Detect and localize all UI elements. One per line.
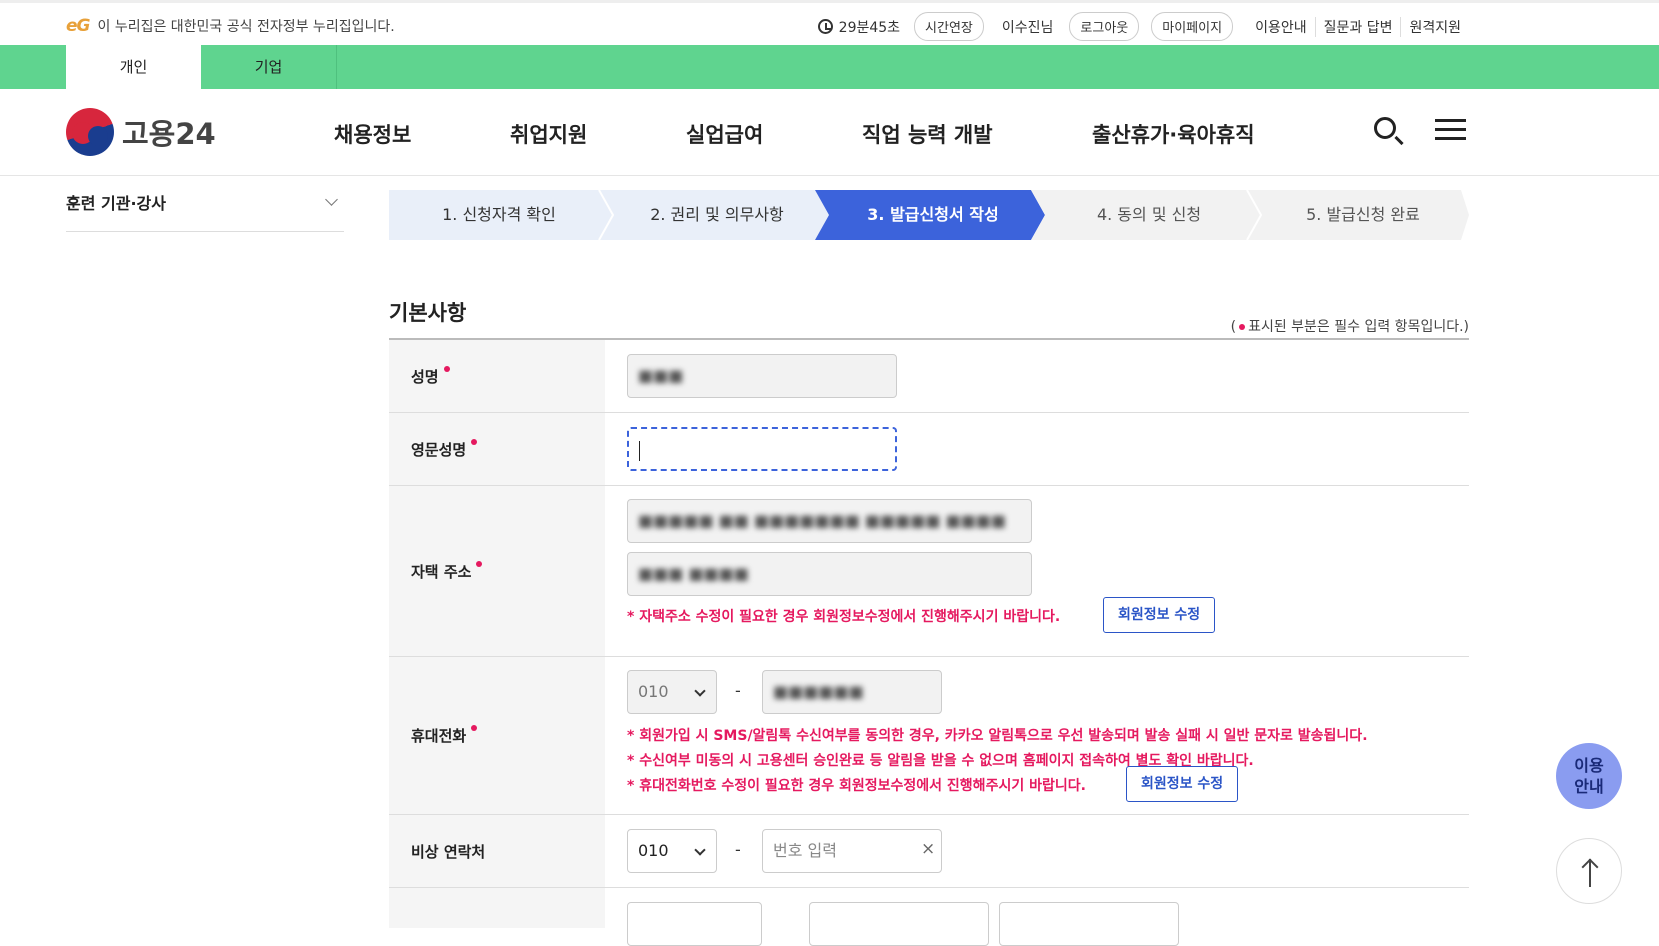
step-4: 4. 동의 및 신청 (1096, 205, 1202, 224)
user-name: 이수진님 (1001, 19, 1054, 36)
usage-guide-floating-button[interactable]: 이용 안내 (1556, 743, 1622, 809)
row-emergency-contact: 비상 연락처 010 - 번호 입력 × (389, 815, 1469, 888)
link-usage-guide[interactable]: 이용안내 (1247, 17, 1315, 37)
nav-employment-support[interactable]: 취업지원 (510, 119, 587, 149)
link-qna[interactable]: 질문과 답변 (1314, 16, 1401, 37)
mobile-label: 휴대전화 (389, 657, 605, 814)
row-mobile: 휴대전화 010 - ■■■■■■ * 회원가입 시 SMS/알림톡 수신여부를… (389, 657, 1469, 815)
step-1: 1. 신청자격 확인 (442, 205, 556, 224)
search-icon[interactable] (1374, 117, 1396, 139)
chevron-down-icon (694, 844, 706, 856)
row-english-name: 영문성명 (389, 413, 1469, 486)
name-field: ■■■ (627, 354, 897, 398)
user-utility-links: 29분45초 시간연장 이수진님 로그아웃 마이페이지 이용안내 질문과 답변 … (817, 12, 1469, 41)
address-edit-button[interactable]: 회원정보 수정 (1103, 597, 1216, 633)
mypage-button[interactable]: 마이페이지 (1151, 12, 1234, 41)
extend-session-button[interactable]: 시간연장 (914, 12, 984, 41)
row-address: 자택 주소 ■■■■■ ■■ ■■■■■■■ ■■■■■ ■■■■ ■■■ ■■… (389, 486, 1469, 657)
sidebar-title: 훈련 기관·강사 (66, 194, 166, 213)
emergency-dash: - (735, 840, 741, 859)
next-row-input-2[interactable] (809, 902, 989, 946)
mobile-warning-1: * 회원가입 시 SMS/알림톡 수신여부를 동의한 경우, 카카오 알림톡으로… (627, 728, 1368, 744)
sidebar-menu[interactable]: 훈련 기관·강사 (66, 175, 344, 232)
nav-job-info[interactable]: 채용정보 (334, 119, 411, 149)
next-row-input-1[interactable] (627, 902, 762, 946)
english-name-input[interactable] (627, 427, 897, 471)
row-name: 성명 ■■■ (389, 340, 1469, 413)
emergency-label: 비상 연락처 (389, 815, 605, 887)
required-dot-icon (443, 366, 450, 372)
mobile-prefix-select: 010 (627, 670, 717, 714)
required-dot-icon (476, 561, 483, 567)
clear-icon[interactable]: × (921, 839, 935, 859)
next-row-input-3[interactable] (999, 902, 1179, 946)
site-logo[interactable]: 고용24 (66, 108, 216, 156)
step-3-current: 3. 발급신청서 작성 (867, 205, 999, 224)
mobile-number-field: ■■■■■■ (762, 670, 942, 714)
address-edit-warning: * 자택주소 수정이 필요한 경우 회원정보수정에서 진행해주시기 바랍니다. (627, 609, 1061, 625)
next-row-label (389, 888, 605, 928)
english-name-label: 영문성명 (389, 413, 605, 485)
required-dot-icon (471, 439, 478, 445)
nav-maternity-leave[interactable]: 출산휴가·육아휴직 (1092, 119, 1255, 149)
audience-tab-bar: 개인 기업 (0, 45, 1659, 89)
required-dot-icon (1239, 324, 1246, 330)
scroll-top-icon[interactable] (1556, 838, 1622, 904)
section-title: 기본사항 (389, 301, 467, 325)
taeguk-logo-icon (66, 108, 114, 156)
chevron-down-icon (325, 193, 338, 206)
logout-button[interactable]: 로그아웃 (1069, 12, 1140, 41)
emergency-number-input[interactable]: 번호 입력 (762, 829, 942, 873)
step-5: 5. 발급신청 완료 (1306, 205, 1420, 224)
required-dot-icon (471, 725, 478, 731)
gov-notice-text: 이 누리집은 대한민국 공식 전자정부 누리집입니다. (97, 19, 395, 35)
hamburger-menu-icon[interactable] (1435, 119, 1466, 141)
address-line1-field: ■■■■■ ■■ ■■■■■■■ ■■■■■ ■■■■ (627, 499, 1032, 543)
address-label: 자택 주소 (389, 486, 605, 656)
clock-icon (817, 19, 833, 34)
top-utility-bar: eG 이 누리집은 대한민국 공식 전자정부 누리집입니다. 29분45초 시간… (0, 0, 1659, 45)
gov-notice: eG 이 누리집은 대한민국 공식 전자정부 누리집입니다. (66, 16, 395, 36)
mobile-edit-button[interactable]: 회원정보 수정 (1126, 766, 1239, 802)
emergency-prefix-select[interactable]: 010 (627, 829, 717, 873)
main-header: 고용24 채용정보 취업지원 실업급여 직업 능력 개발 출산휴가·육아휴직 (0, 89, 1659, 176)
step-2: 2. 권리 및 의무사항 (650, 205, 784, 224)
tab-personal[interactable]: 개인 (66, 45, 201, 89)
session-timer: 29분45초 (817, 17, 901, 37)
mobile-warning-3: * 휴대전화번호 수정이 필요한 경우 회원정보수정에서 진행해주시기 바랍니다… (627, 778, 1086, 794)
nav-job-skills[interactable]: 직업 능력 개발 (862, 119, 993, 149)
mobile-dash: - (735, 681, 741, 700)
row-next-partial (389, 888, 1469, 946)
name-label: 성명 (389, 340, 605, 412)
required-note: (표시된 부분은 필수 입력 항목입니다.) (1230, 319, 1469, 335)
link-remote-support[interactable]: 원격지원 (1400, 16, 1469, 37)
step-indicator: 1. 신청자격 확인 2. 권리 및 의무사항 3. 발급신청서 작성 4. 동… (389, 190, 1469, 240)
egov-logo-icon: eG (66, 16, 91, 36)
site-logo-text: 고용24 (122, 117, 216, 151)
nav-unemployment-benefit[interactable]: 실업급여 (686, 119, 763, 149)
tab-company[interactable]: 기업 (201, 45, 337, 89)
session-timer-value: 29분45초 (838, 19, 901, 36)
chevron-down-icon (694, 685, 706, 697)
address-line2-field: ■■■ ■■■■ (627, 552, 1032, 596)
